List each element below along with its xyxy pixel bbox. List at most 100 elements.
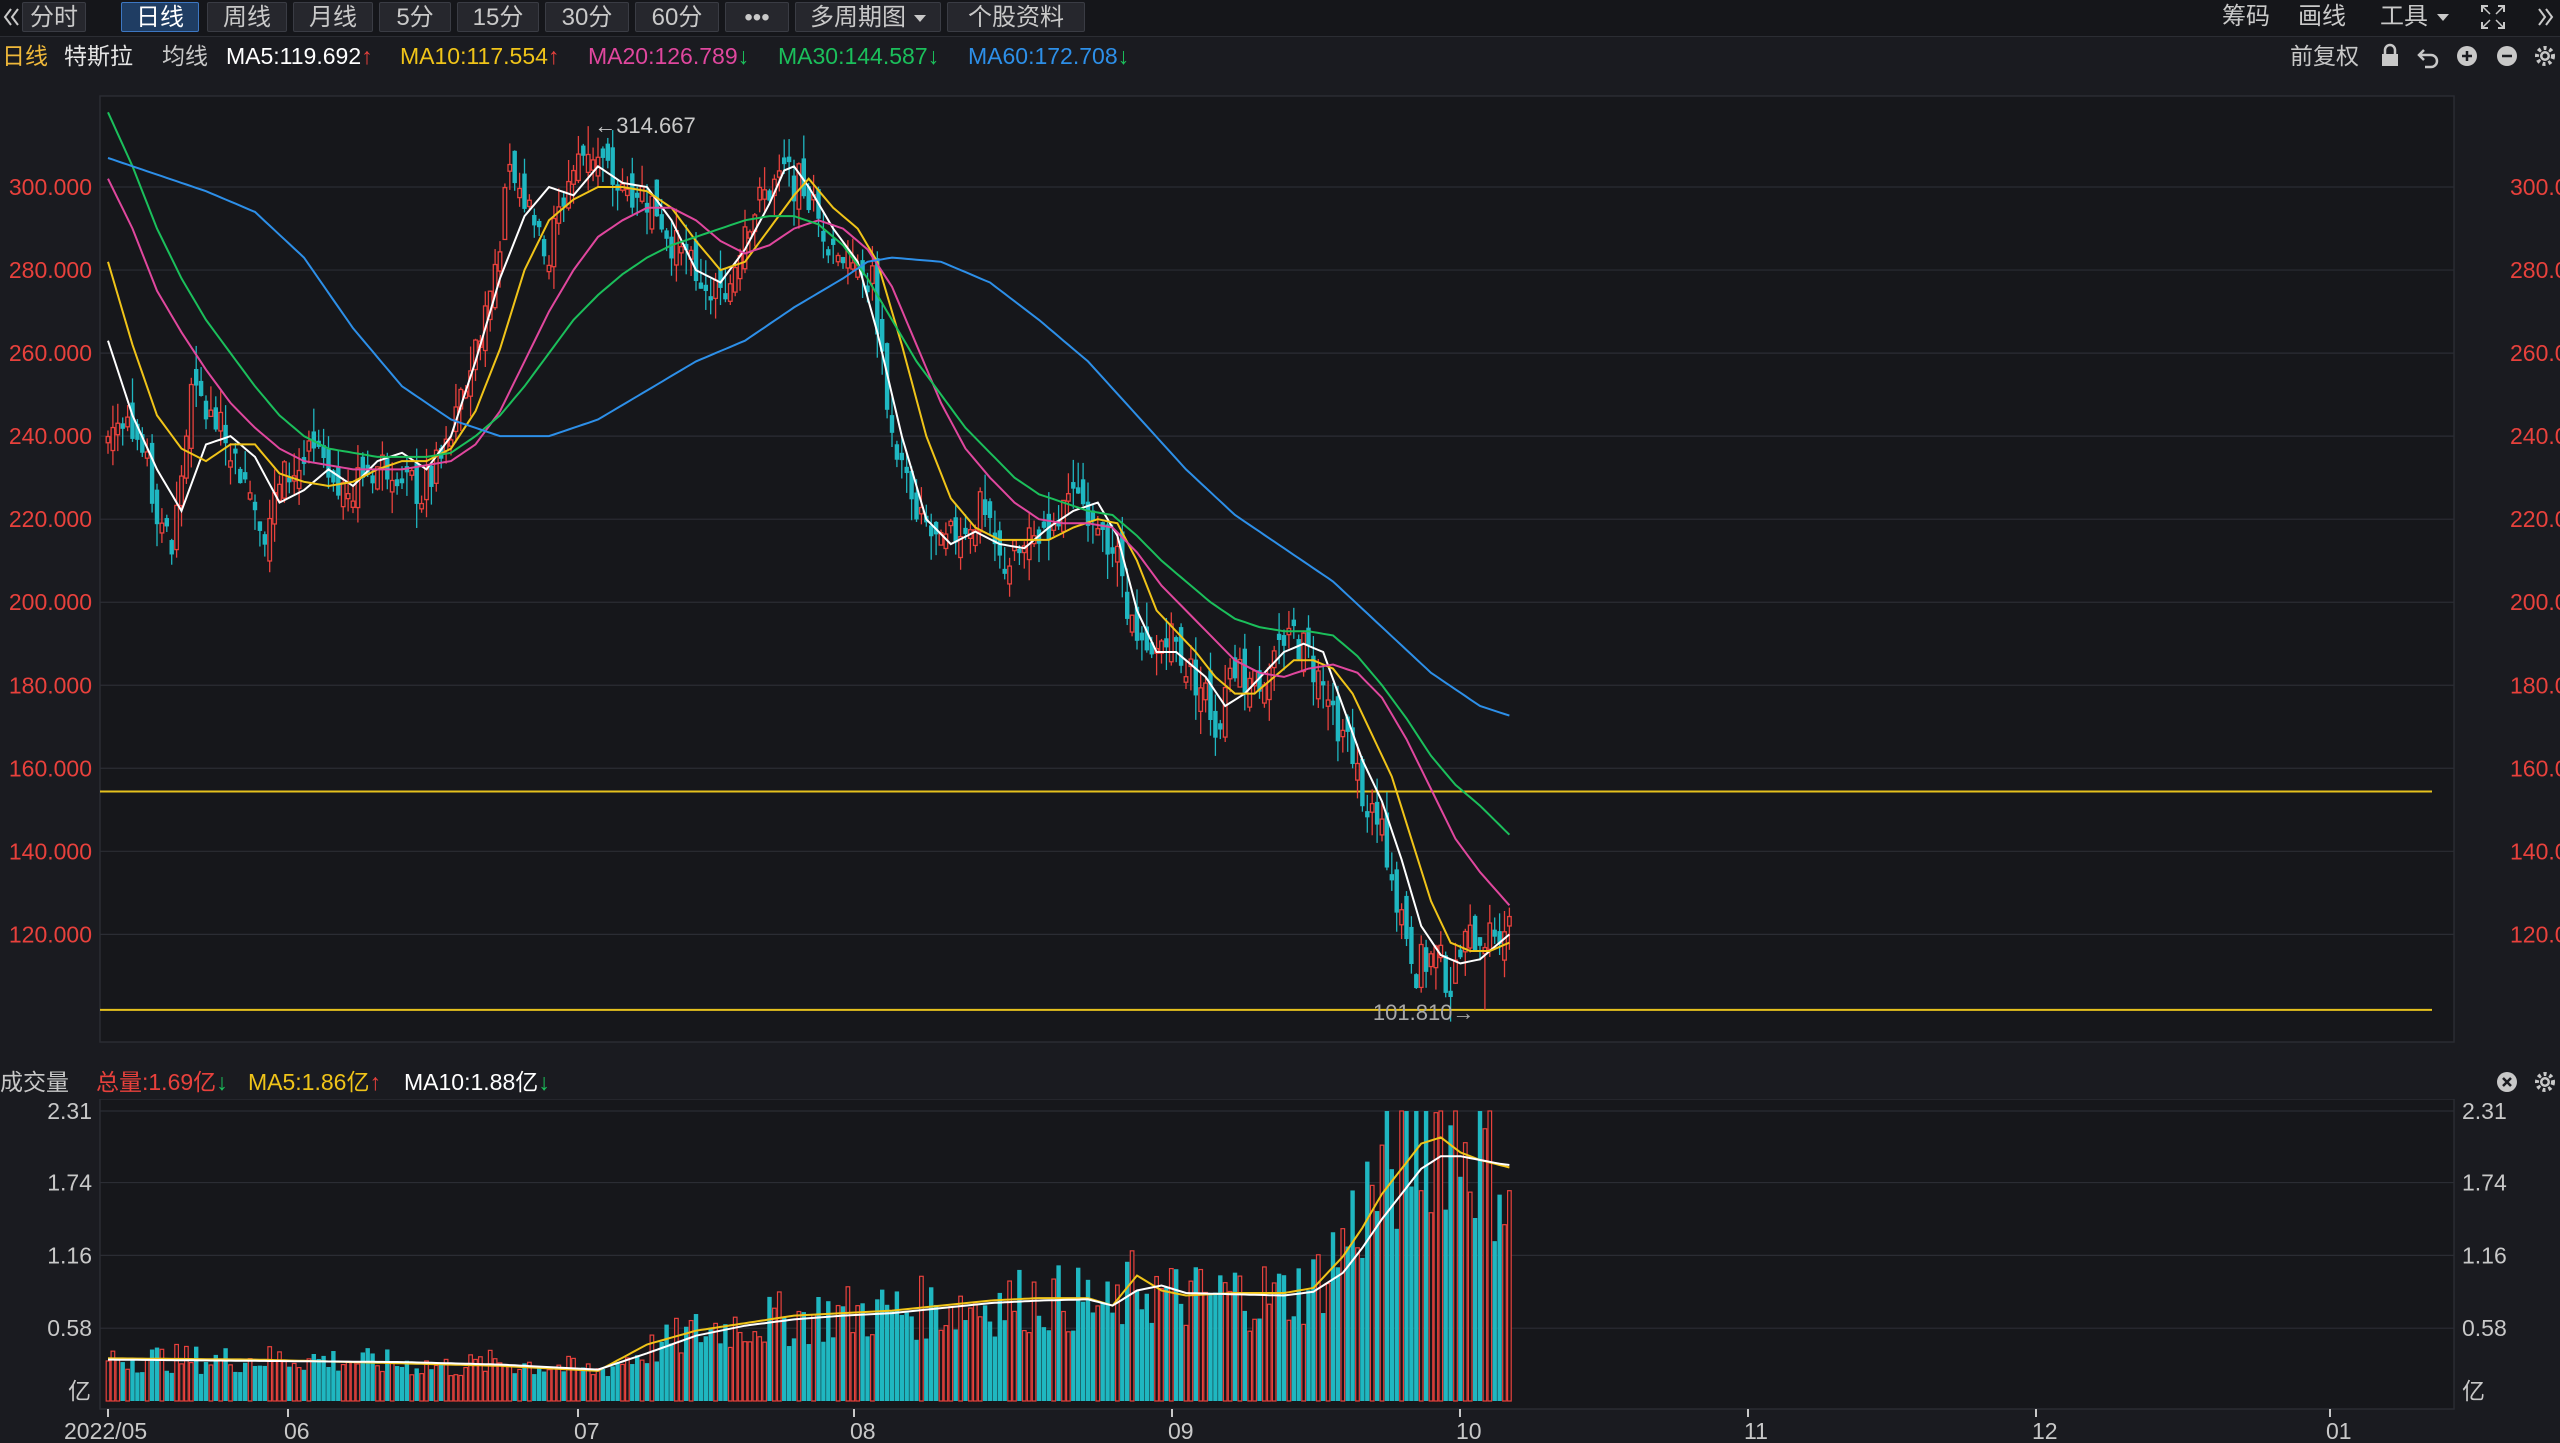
candle-body [1423, 947, 1429, 972]
ma5-value: MA5:119.692↑ [226, 38, 373, 74]
double-chevron-left-icon[interactable] [2, 2, 20, 32]
volume-bar [159, 1348, 165, 1402]
candle-body [247, 492, 253, 500]
volume-bar [698, 1342, 704, 1401]
volume-bar [218, 1358, 224, 1402]
volume-bar [385, 1349, 390, 1401]
period-label: 日线 [2, 43, 48, 69]
volume-bar [487, 1349, 493, 1402]
volume-bar [571, 1357, 576, 1402]
volume-tick-label: 1.74 [47, 1170, 92, 1196]
price-adjust-button[interactable]: 前复权 [2290, 38, 2359, 74]
candle-body [110, 426, 116, 452]
candle-body [1139, 632, 1145, 641]
volume-bar [1321, 1313, 1326, 1401]
volume-label[interactable]: 成交量 [0, 1065, 69, 1099]
candle-body [1242, 648, 1247, 693]
candle-body [869, 265, 875, 285]
ma-type-label[interactable]: 均线 [162, 38, 208, 74]
volume-bar [414, 1368, 419, 1401]
y-tick-label: 200.000 [9, 589, 92, 615]
ma60-text: MA60:172.708 [968, 43, 1118, 69]
volume-bar [1198, 1268, 1204, 1402]
candle-body [782, 157, 787, 165]
volume-bar [419, 1373, 424, 1402]
candle-body [233, 448, 238, 454]
volume-bar [1129, 1250, 1135, 1402]
ma20-value: MA20:126.789↓ [588, 38, 749, 74]
x-tick-label: 2022/05 [64, 1418, 147, 1443]
candle-body [723, 293, 728, 300]
volume-bar [1399, 1110, 1405, 1402]
fullscreen-icon[interactable] [2478, 2, 2508, 32]
volume-bar [1443, 1209, 1448, 1401]
volume-bar [1365, 1161, 1370, 1401]
volume-bar [1110, 1312, 1115, 1401]
volume-bar [1125, 1261, 1130, 1401]
candle-body [1355, 762, 1360, 781]
volume-bar [831, 1337, 836, 1401]
candle-body [546, 264, 552, 273]
candle-body [556, 206, 562, 224]
double-chevron-right-icon[interactable] [2536, 2, 2556, 32]
volume-ma10-text: MA10:1.88亿 [404, 1069, 539, 1095]
volume-bar [389, 1362, 395, 1402]
volume-bar [1012, 1310, 1017, 1402]
candle-body [257, 521, 263, 531]
tools-menu-button[interactable]: 工具 [2380, 2, 2451, 32]
candle-body [610, 147, 615, 185]
multi-period-dropdown[interactable]: 多周期图 [795, 2, 941, 32]
y-tick-label: 120.000 [2510, 921, 2560, 947]
volume-bar [1159, 1288, 1164, 1402]
volume-bar [1208, 1294, 1213, 1401]
stock-name[interactable]: 特斯拉 [64, 38, 133, 74]
y-tick-label: 160.000 [9, 755, 92, 781]
volume-tick-label: 1.16 [47, 1242, 92, 1268]
candle-body [1321, 681, 1326, 686]
candle-body [203, 400, 209, 420]
candle-body [169, 540, 174, 555]
volume-bar [1188, 1280, 1194, 1402]
tab-60min[interactable]: 60分 [635, 2, 719, 32]
volume-ma5-text: MA5:1.86亿 [248, 1069, 370, 1095]
volume-bar [938, 1329, 944, 1402]
stock-info-button[interactable]: 个股资料 [947, 2, 1085, 32]
volume-bar [845, 1286, 851, 1402]
tab-fenshi[interactable]: 分时 [22, 2, 86, 32]
candle-body [350, 500, 356, 508]
volume-bar [458, 1374, 464, 1402]
candle-body [1379, 818, 1385, 836]
tab-5min[interactable]: 5分 [379, 2, 451, 32]
volume-bar [786, 1346, 792, 1401]
tab-15min[interactable]: 15分 [457, 2, 539, 32]
volume-bar [1291, 1316, 1296, 1401]
candle-body [899, 452, 904, 461]
tab-daily[interactable]: 日线 [121, 2, 199, 32]
candle-body [889, 415, 895, 433]
more-periods-button[interactable]: ••• [725, 2, 789, 32]
tab-30min[interactable]: 30分 [545, 2, 629, 32]
volume-chart[interactable]: 2.31 1.74 1.16 0.58 2.31 1.74 1.16 0.58 亿 亿 20… [0, 1099, 2560, 1443]
x-tick-label: 09 [1168, 1418, 1194, 1443]
volume-bar [639, 1359, 645, 1402]
volume-bar [331, 1351, 336, 1401]
candle-body [698, 282, 704, 289]
volume-bar [718, 1343, 723, 1401]
volume-bar [144, 1359, 150, 1402]
x-tick-label: 11 [1744, 1418, 1768, 1443]
volume-bar [321, 1355, 326, 1401]
tab-monthly[interactable]: 月线 [293, 2, 373, 32]
candle-body [198, 380, 204, 396]
y-tick-label: 140.000 [9, 838, 92, 864]
volume-bar [620, 1363, 625, 1402]
volume-bar [880, 1289, 885, 1401]
candle-body [953, 517, 958, 543]
price-chart[interactable]: 300.000 280.000 260.000 240.000 220.000 200.0… [0, 74, 2560, 1064]
volume-bar [1404, 1111, 1409, 1401]
volume-bar [453, 1374, 459, 1402]
chip-distribution-button[interactable]: 筹码 [2222, 2, 2270, 32]
draw-line-button[interactable]: 画线 [2298, 2, 2346, 32]
candle-body [1174, 637, 1179, 642]
volume-bar [1301, 1323, 1307, 1402]
tab-weekly[interactable]: 周线 [207, 2, 287, 32]
